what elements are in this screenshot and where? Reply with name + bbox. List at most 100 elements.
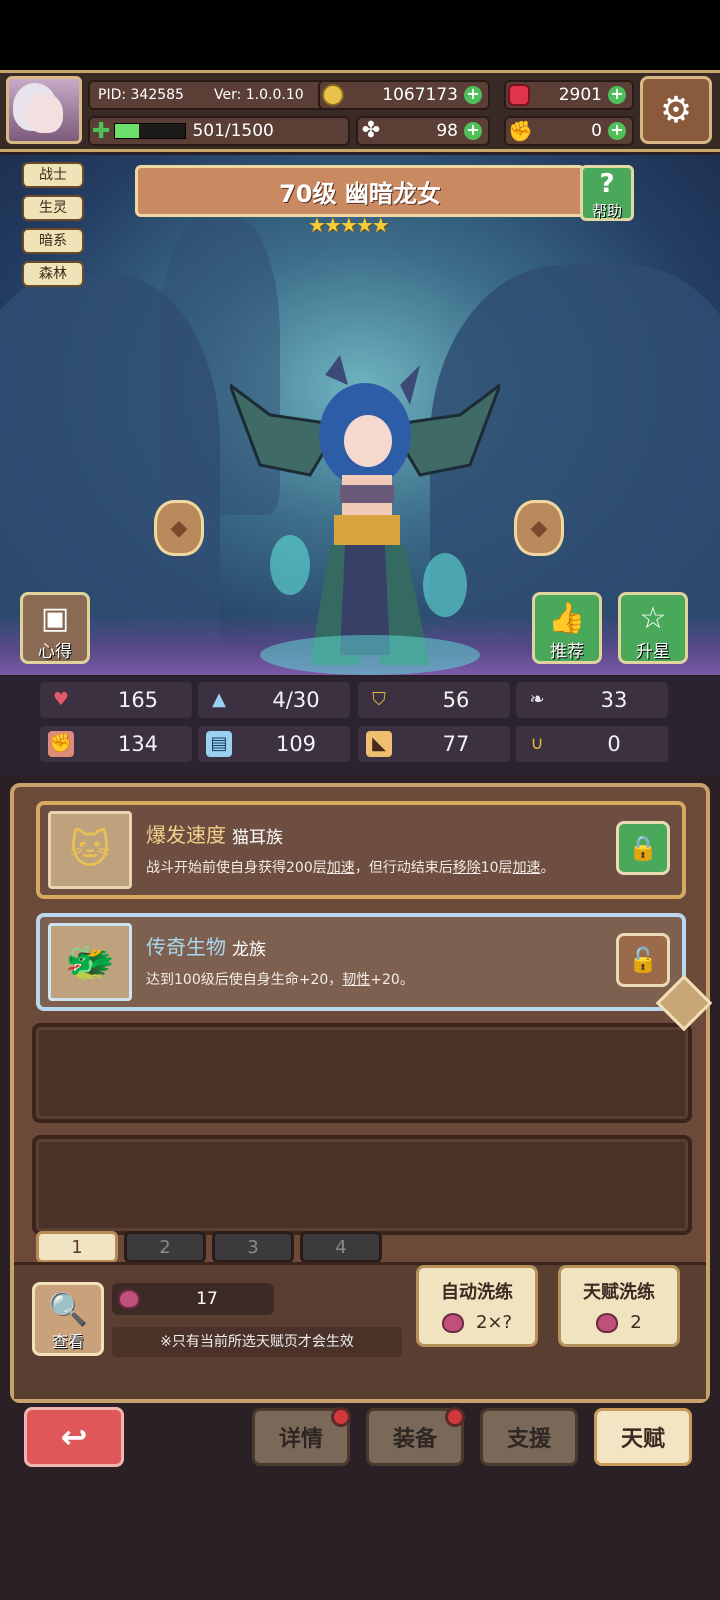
recommend-label: 推荐 bbox=[550, 642, 584, 662]
boot-icon: ◣ bbox=[366, 731, 392, 757]
gem-amount: 2901 bbox=[558, 85, 602, 105]
player-avatar[interactable] bbox=[6, 76, 82, 144]
shield-icon: ◆ bbox=[530, 515, 548, 541]
nav-support-button[interactable]: 支援 bbox=[480, 1408, 578, 1466]
dragon-icon: 🐲 bbox=[48, 923, 132, 1001]
magnifier-icon: 🔍 bbox=[48, 1290, 88, 1328]
stat-attack-value: 134 bbox=[117, 732, 159, 756]
star-up-button[interactable]: ☆ 升星 bbox=[618, 592, 688, 664]
star-rating: ★★★★★ bbox=[308, 213, 390, 237]
talent-page-tab-1[interactable]: 1 bbox=[36, 1231, 118, 1263]
stat-hp: ♥ 165 bbox=[40, 682, 192, 718]
recommend-button[interactable]: 👍 推荐 bbox=[532, 592, 602, 664]
status-bar bbox=[0, 0, 720, 70]
talent-page-tab-3[interactable]: 3 bbox=[212, 1231, 294, 1263]
talent-reroll-cost: 2 bbox=[630, 1312, 642, 1333]
notification-dot bbox=[331, 1407, 351, 1427]
talent-slot-2[interactable]: 🐲 传奇生物 龙族 达到100级后使自身生命+20，韧性+20。 🔓 bbox=[36, 913, 686, 1011]
next-hero-button[interactable]: ◆ bbox=[514, 500, 564, 556]
help-button[interactable]: ? 帮助 bbox=[580, 165, 634, 221]
horseshoe-icon: ∪ bbox=[530, 733, 544, 754]
clover-pill: ✤ 98 + bbox=[356, 116, 490, 146]
tag-element: 暗系 bbox=[22, 228, 84, 254]
stat-magic: ▤ 109 bbox=[198, 726, 350, 762]
add-token-button[interactable]: + bbox=[608, 122, 626, 140]
nav-details-label: 详情 bbox=[278, 1427, 323, 1452]
shield-icon: ◆ bbox=[170, 515, 188, 541]
talent-slot-1[interactable]: 🐱 爆发速度 猫耳族 战斗开始前使自身获得200层加速，但行动结束后移除10层加… bbox=[36, 801, 686, 899]
add-clover-button[interactable]: + bbox=[464, 122, 482, 140]
stat-defense-value: 56 bbox=[442, 688, 470, 712]
unlock-button[interactable]: 🔓 bbox=[616, 933, 670, 987]
energy-amount: 501/1500 bbox=[192, 121, 274, 141]
talent-reroll-button[interactable]: 天赋洗练 2 bbox=[558, 1265, 680, 1347]
nav-equipment-button[interactable]: 装备 bbox=[366, 1407, 465, 1466]
game-version: Ver: 1.0.0.10 bbox=[213, 87, 304, 103]
auto-reroll-label: 自动洗练 bbox=[441, 1282, 513, 1303]
clover-amount: 98 bbox=[436, 121, 458, 141]
talent-page-tab-4[interactable]: 4 bbox=[300, 1231, 382, 1263]
talent-description: 战斗开始前使自身获得200层加速，但行动结束后移除10层加速。 bbox=[146, 860, 555, 876]
stat-magic-value: 109 bbox=[275, 732, 317, 756]
prev-hero-button[interactable]: ◆ bbox=[154, 500, 204, 556]
token-pill: ✊ 0 + bbox=[504, 116, 634, 146]
stat-attack: ✊ 134 bbox=[40, 726, 192, 762]
talent-race: 龙族 bbox=[232, 940, 266, 960]
gold-coin-icon bbox=[322, 84, 344, 106]
hero-title-banner: 70级 幽暗龙女 bbox=[135, 165, 585, 217]
stat-speed: ❧ 33 bbox=[516, 682, 668, 718]
dragon-girl-character bbox=[230, 355, 500, 675]
notification-dot bbox=[445, 1407, 465, 1427]
fruit-count-pill: 17 bbox=[112, 1283, 274, 1315]
nav-details-button[interactable]: 详情 bbox=[252, 1407, 351, 1466]
auto-reroll-cost: 2×? bbox=[475, 1312, 513, 1333]
talent-name: 爆发速度 bbox=[146, 823, 226, 847]
lock-icon: 🔒 bbox=[628, 834, 658, 862]
talent-reroll-label: 天赋洗练 bbox=[583, 1282, 655, 1303]
settings-button[interactable]: ⚙ bbox=[640, 76, 712, 144]
stat-mana: ▲ 4/30 bbox=[198, 682, 350, 718]
stat-mana-value: 4/30 bbox=[272, 688, 320, 712]
lock-button[interactable]: 🔒 bbox=[616, 821, 670, 875]
view-button[interactable]: 🔍 查看 bbox=[32, 1282, 104, 1356]
energy-pill: ✚ 501/1500 bbox=[88, 116, 350, 146]
empty-talent-slot-4[interactable] bbox=[32, 1135, 692, 1235]
add-gems-button[interactable]: + bbox=[608, 86, 626, 104]
nav-support-label: 支援 bbox=[506, 1427, 551, 1452]
question-icon: ? bbox=[599, 169, 615, 199]
energy-clover-icon: ✚ bbox=[92, 118, 111, 144]
hero-title: 70级 幽暗龙女 bbox=[279, 179, 441, 208]
empty-talent-slot-3[interactable] bbox=[32, 1023, 692, 1123]
clover-icon: ✤ bbox=[361, 118, 381, 143]
page-note: ※只有当前所选天赋页才会生效 bbox=[112, 1327, 402, 1357]
nav-talent-button[interactable]: 天赋 bbox=[594, 1408, 692, 1466]
stat-agility-value: 77 bbox=[442, 732, 470, 756]
add-gold-button[interactable]: + bbox=[464, 86, 482, 104]
back-arrow-icon: ↩ bbox=[60, 1418, 88, 1456]
unlocked-icon: 🔓 bbox=[628, 946, 658, 974]
back-button[interactable]: ↩ bbox=[24, 1407, 124, 1467]
nav-equipment-label: 装备 bbox=[392, 1427, 437, 1452]
book-icon: ▣ bbox=[40, 601, 70, 636]
talent-page-tab-2[interactable]: 2 bbox=[124, 1231, 206, 1263]
token-amount: 0 bbox=[591, 121, 602, 141]
star-icon: ☆ bbox=[639, 601, 667, 636]
tag-class: 战士 bbox=[22, 162, 84, 188]
heart-icon: ♥ bbox=[52, 689, 70, 710]
stat-agility: ◣ 77 bbox=[358, 726, 510, 762]
fruit-icon bbox=[441, 1312, 464, 1333]
star-up-label: 升星 bbox=[636, 642, 670, 662]
id-version-pill: PID: 342585 Ver: 1.0.0.10 bbox=[88, 80, 338, 110]
gold-hand-icon: ✊ bbox=[508, 119, 533, 143]
fruit-count: 17 bbox=[196, 1289, 218, 1309]
shield-icon: ⛉ bbox=[372, 689, 386, 710]
auto-reroll-button[interactable]: 自动洗练 2×? bbox=[416, 1265, 538, 1347]
insight-label: 心得 bbox=[38, 642, 72, 662]
fist-icon: ✊ bbox=[48, 731, 74, 757]
nav-talent-label: 天赋 bbox=[620, 1427, 665, 1452]
talent-description: 达到100级后使自身生命+20，韧性+20。 bbox=[146, 972, 414, 988]
fruit-icon bbox=[596, 1312, 619, 1333]
thumbs-up-icon: 👍 bbox=[548, 601, 586, 636]
insight-button[interactable]: ▣ 心得 bbox=[20, 592, 90, 664]
gold-amount: 1067173 bbox=[382, 85, 458, 105]
